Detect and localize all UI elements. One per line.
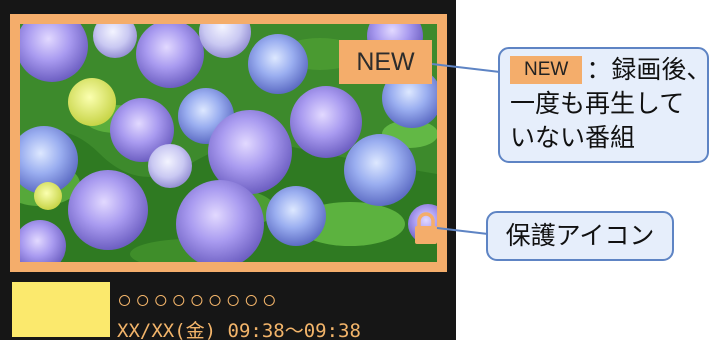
- callout-text-line1: ：録画後、: [586, 55, 711, 84]
- mini-new-badge: NEW: [510, 56, 583, 84]
- program-datetime: XX/XX(金) 09:38～09:38: [117, 320, 361, 342]
- new-badge-callout: NEW ：録画後、 一度も再生して いない番組: [498, 47, 711, 163]
- program-title: ○○○○○○○○○: [117, 286, 280, 314]
- recording-tile[interactable]: NEW ○○○○○○○○○ XX/XX(金) 09:38～09:38: [0, 0, 456, 342]
- callout-text-line2: 一度も再生して: [510, 89, 685, 118]
- protect-icon-callout: 保護アイコン: [486, 211, 674, 261]
- new-badge: NEW: [339, 40, 432, 84]
- callout-protect-label: 保護アイコン: [505, 221, 655, 250]
- callout-text-line3: いない番組: [510, 123, 636, 152]
- lock-icon: [413, 211, 439, 245]
- channel-swatch: [12, 282, 110, 337]
- callout-legend-row: NEW ：録画後、: [510, 53, 711, 87]
